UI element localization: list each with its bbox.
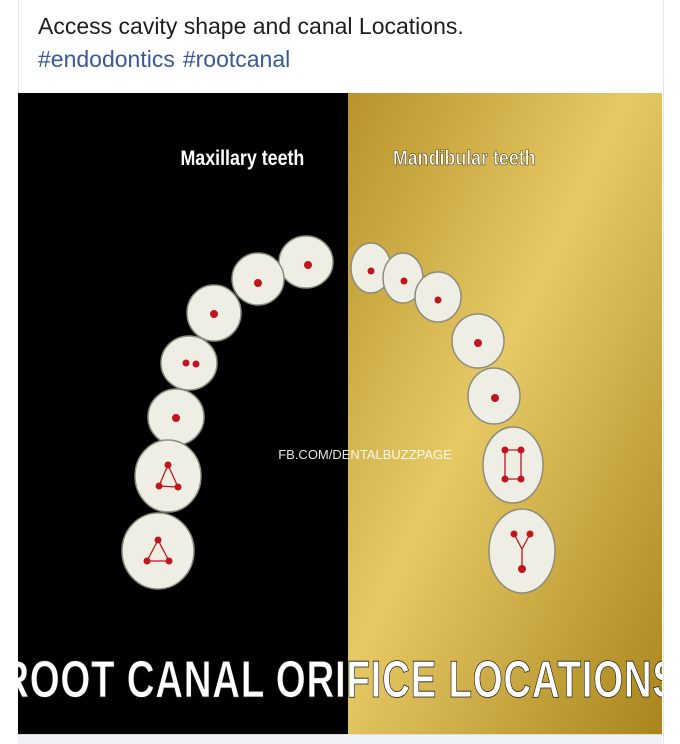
tooth-max-6 — [134, 439, 202, 513]
tooth-mand-6 — [482, 426, 544, 504]
headline: ROOT CANAL ORIFICE LOCATIONS — [18, 650, 662, 708]
hashtag-rootcanal[interactable]: #rootcanal — [183, 46, 290, 72]
watermark: FB.COM/DENTALBUZZPAGE — [278, 447, 452, 462]
mandibular-title: Mandibular teeth — [393, 147, 536, 171]
post-caption: Access cavity shape and canal Locations.… — [38, 10, 658, 76]
maxillary-title: Maxillary teeth — [180, 147, 304, 171]
hashtag-list: #endodontics #rootcanal — [38, 43, 658, 76]
hashtag-endodontics[interactable]: #endodontics — [38, 46, 175, 72]
caption-text: Access cavity shape and canal Locations. — [38, 13, 464, 39]
tooth-max-7 — [121, 512, 195, 590]
post-image[interactable]: Maxillary teeth Mandibular teeth FB.COM/… — [18, 93, 662, 734]
infographic: Maxillary teeth Mandibular teeth FB.COM/… — [18, 93, 662, 734]
